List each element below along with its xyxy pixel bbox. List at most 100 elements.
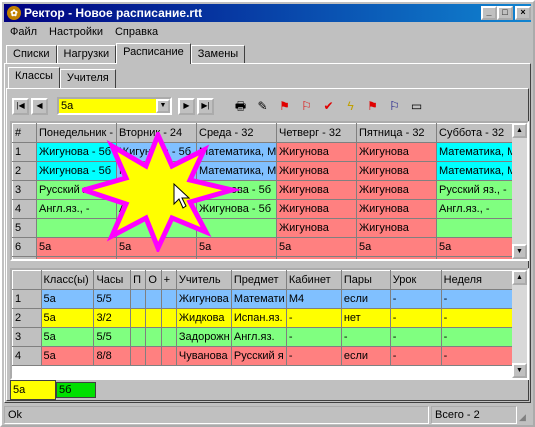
lesson-cell[interactable]: -: [440, 327, 515, 347]
column-header[interactable]: Суббота - 32: [436, 123, 515, 143]
schedule-cell[interactable]: Жигунова: [276, 142, 357, 162]
last-button[interactable]: ▶|: [197, 97, 214, 115]
flag-cross-icon[interactable]: ⚐: [298, 98, 315, 115]
column-header[interactable]: Четверг - 32: [276, 123, 357, 143]
schedule-cell[interactable]: Жигунова: [356, 218, 437, 238]
lesson-cell[interactable]: [130, 308, 147, 328]
lesson-cell[interactable]: Русский я: [230, 346, 287, 366]
column-header[interactable]: О: [145, 270, 162, 290]
schedule-cell[interactable]: Жигунова: [276, 218, 357, 238]
lesson-cell[interactable]: -: [285, 308, 342, 328]
prev-button[interactable]: ◀: [31, 97, 48, 115]
schedule-cell[interactable]: Русский яз., -: [436, 180, 515, 200]
schedule-cell[interactable]: Англ.яз., -: [436, 199, 515, 219]
tab-schedule[interactable]: Расписание: [116, 43, 191, 64]
column-header[interactable]: Учитель: [175, 270, 232, 290]
lesson-cell[interactable]: -: [389, 308, 442, 328]
window-icon[interactable]: ▭: [408, 98, 425, 115]
schedule-cell[interactable]: 5а: [356, 256, 437, 259]
schedule-cell[interactable]: 5а: [196, 256, 277, 259]
lesson-cell[interactable]: [130, 346, 147, 366]
lesson-cell[interactable]: если: [340, 346, 391, 366]
schedule-cell[interactable]: Жигунова: [356, 199, 437, 219]
lesson-cell[interactable]: [145, 346, 162, 366]
next-button[interactable]: ▶: [178, 97, 195, 115]
first-button[interactable]: |◀: [12, 97, 29, 115]
tab-classes[interactable]: Классы: [8, 67, 60, 88]
schedule-cell[interactable]: Жигунова: [356, 161, 437, 181]
column-header[interactable]: Пары: [340, 270, 391, 290]
lesson-cell[interactable]: Чуванова: [175, 346, 232, 366]
schedule-cell[interactable]: 5а: [436, 237, 515, 257]
lessons-scrollbar[interactable]: ▲ ▼: [512, 270, 527, 378]
schedule-cell[interactable]: 5а: [36, 256, 117, 259]
lesson-cell[interactable]: -: [389, 327, 442, 347]
chevron-down-icon[interactable]: ▼: [156, 99, 170, 113]
lesson-row[interactable]: 2 5а 3/2 Жидкова Испан.яз. - нет - -: [12, 308, 515, 328]
column-header[interactable]: +: [160, 270, 177, 290]
lesson-cell[interactable]: -: [440, 346, 515, 366]
red-flag-icon[interactable]: ⚑: [276, 98, 293, 115]
column-header[interactable]: Класс(ы): [40, 270, 95, 290]
column-header[interactable]: Урок: [389, 270, 442, 290]
schedule-scrollbar[interactable]: ▲ ▼: [512, 123, 527, 259]
lesson-cell[interactable]: [160, 308, 177, 328]
column-header[interactable]: П: [130, 270, 147, 290]
lesson-cell[interactable]: -: [340, 327, 391, 347]
schedule-cell[interactable]: 5а: [356, 237, 437, 257]
lesson-cell[interactable]: 5/5: [93, 327, 132, 347]
minimize-button[interactable]: _: [481, 6, 497, 20]
lesson-cell[interactable]: нет: [340, 308, 391, 328]
lesson-cell[interactable]: [130, 327, 147, 347]
lesson-cell[interactable]: [145, 289, 162, 309]
menu-help[interactable]: Справка: [109, 23, 164, 41]
lesson-cell[interactable]: [130, 289, 147, 309]
lesson-row[interactable]: 4 5а 8/8 Чуванова Русский я - если - -: [12, 346, 515, 366]
schedule-cell[interactable]: 5а: [276, 237, 357, 257]
tab-lists[interactable]: Списки: [6, 45, 57, 64]
lesson-row[interactable]: 3 5а 5/5 Задорожн Англ.яз. - - - -: [12, 327, 515, 347]
tab-teachers[interactable]: Учителя: [59, 69, 116, 88]
schedule-cell[interactable]: Жигунова: [276, 161, 357, 181]
schedule-cell[interactable]: [436, 218, 515, 238]
menu-file[interactable]: Файл: [4, 23, 43, 41]
lesson-cell[interactable]: 5а: [40, 346, 95, 366]
lesson-cell[interactable]: Жигунова: [175, 289, 232, 309]
lesson-cell[interactable]: 5а: [40, 289, 95, 309]
lesson-cell[interactable]: [160, 327, 177, 347]
lesson-cell[interactable]: [160, 346, 177, 366]
lesson-cell[interactable]: Испан.яз.: [230, 308, 287, 328]
scroll-up-icon[interactable]: ▲: [512, 123, 527, 138]
lesson-cell[interactable]: Англ.яз.: [230, 327, 287, 347]
scroll-up-icon[interactable]: ▲: [512, 270, 527, 285]
lesson-cell[interactable]: Задорожн: [175, 327, 232, 347]
lesson-cell[interactable]: 5/5: [93, 289, 132, 309]
lesson-cell[interactable]: 5а: [40, 308, 95, 328]
column-header[interactable]: Кабинет: [285, 270, 342, 290]
column-header[interactable]: Часы: [93, 270, 132, 290]
schedule-cell[interactable]: Жигунова: [356, 180, 437, 200]
schedule-cell[interactable]: Жигунова: [276, 180, 357, 200]
tab-loads[interactable]: Нагрузки: [56, 45, 117, 64]
lesson-cell[interactable]: [160, 289, 177, 309]
schedule-cell[interactable]: 5а: [276, 256, 357, 259]
tab-replacements[interactable]: Замены: [190, 45, 246, 64]
printer-icon[interactable]: 🖶: [232, 98, 249, 115]
scroll-down-icon[interactable]: ▼: [512, 244, 527, 259]
class-tab-5b[interactable]: 5б: [56, 382, 96, 398]
flag-icon[interactable]: ⚑: [364, 98, 381, 115]
lesson-cell[interactable]: Математи: [230, 289, 287, 309]
schedule-cell[interactable]: Жигунова: [356, 142, 437, 162]
lesson-cell[interactable]: -: [389, 346, 442, 366]
column-header[interactable]: Предмет: [230, 270, 287, 290]
lesson-cell[interactable]: 3/2: [93, 308, 132, 328]
lesson-cell[interactable]: [145, 308, 162, 328]
lesson-cell[interactable]: если: [340, 289, 391, 309]
lesson-cell[interactable]: [145, 327, 162, 347]
schedule-cell[interactable]: 5а: [116, 256, 197, 259]
flag-blue-icon[interactable]: ⚐: [386, 98, 403, 115]
lesson-cell[interactable]: 5а: [40, 327, 95, 347]
lesson-row[interactable]: 1 5а 5/5 Жигунова Математи М4 если - -: [12, 289, 515, 309]
lesson-cell[interactable]: -: [285, 346, 342, 366]
column-header[interactable]: Неделя: [440, 270, 515, 290]
